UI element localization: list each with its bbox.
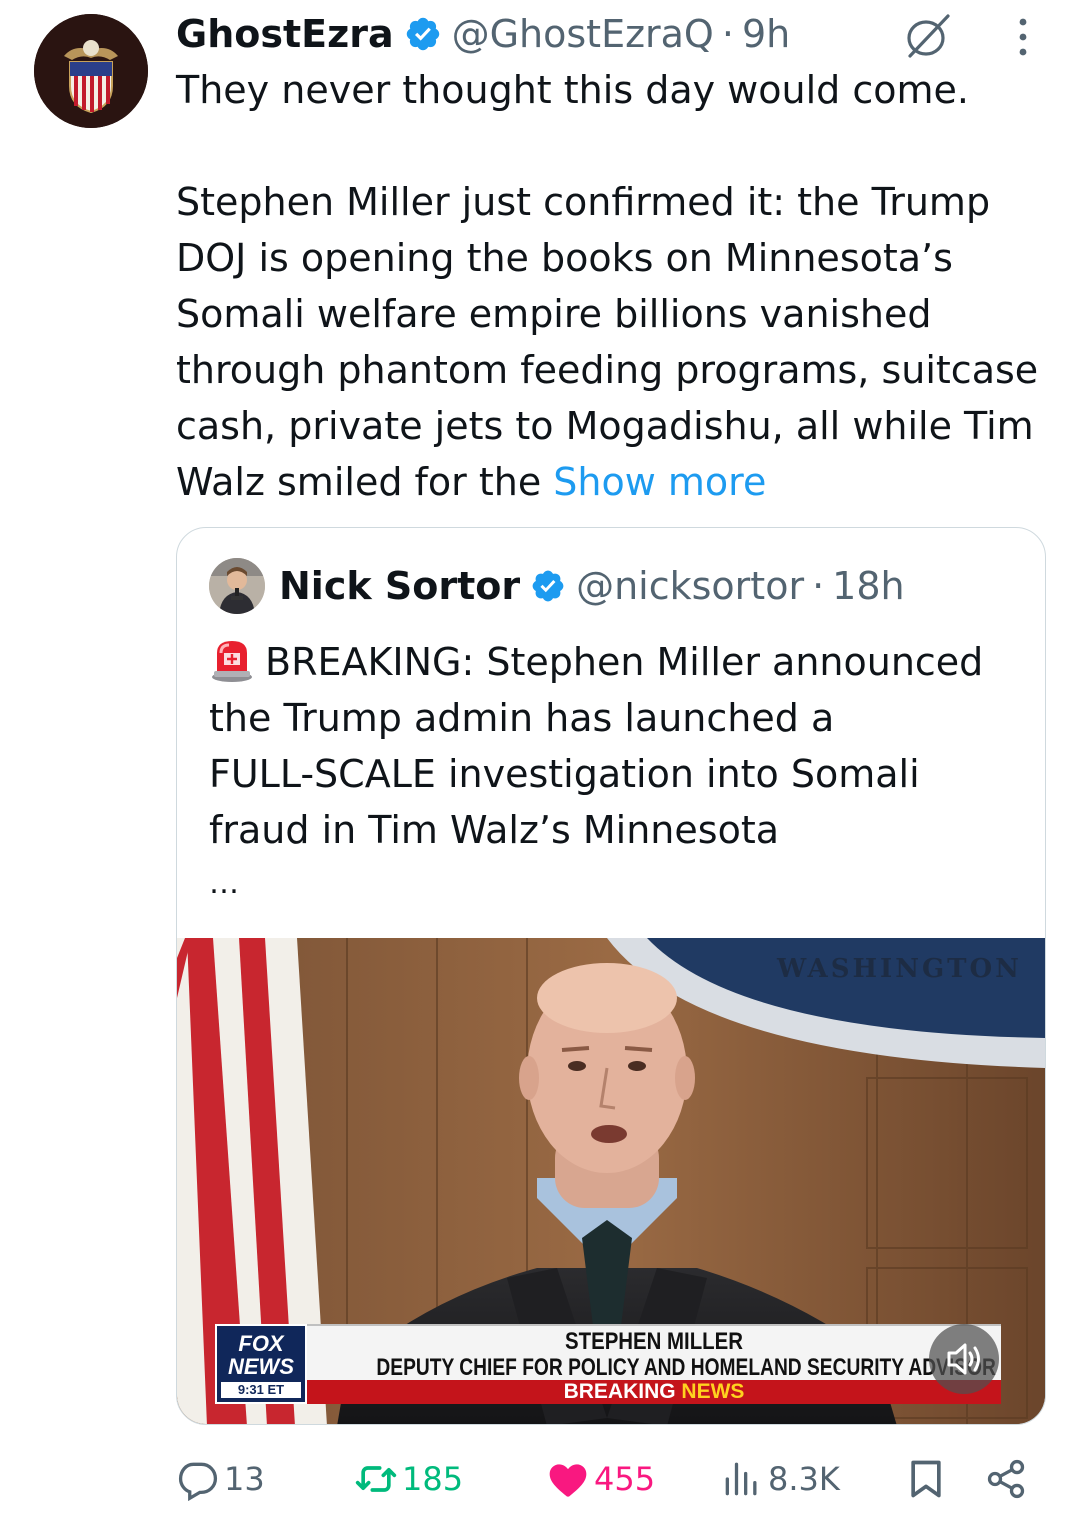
quoted-ellipsis: … [209,866,241,901]
tweet-header: GhostEzra @GhostEzraQ · 9h [176,8,790,60]
repost-count: 185 [402,1460,464,1498]
like-button[interactable]: 455 [546,1444,655,1514]
verified-badge-icon [406,17,439,51]
tweet-line: cash, private jets to Mogadishu, all whi… [176,404,1034,448]
share-button[interactable] [984,1444,1032,1514]
chyron-name: STEPHEN MILLER [565,1328,743,1355]
more-options-icon[interactable] [1008,14,1038,60]
quoted-tweet[interactable]: Nick Sortor @nicksortor · 18h BREAKING: … [176,527,1046,1425]
tweet-line-break [176,118,1056,174]
tweet-line: They never thought this day would come. [176,68,969,112]
author-name[interactable]: GhostEzra [176,12,394,56]
chyron-title: DEPUTY CHIEF FOR POLICY AND HOMELAND SEC… [376,1354,996,1381]
author-avatar[interactable] [34,14,148,128]
bookmark-icon [911,1460,941,1498]
backdrop-text: WASHINGTON [777,954,1022,984]
network-clock: 9:31 ET [221,1382,301,1398]
reply-count: 13 [224,1460,265,1498]
view-count: 8.3K [768,1460,840,1498]
tweet-line: Somali welfare empire billions vanished [176,292,932,336]
tweet-action-bar: 13 185 455 8.3K [0,1444,1080,1514]
quoted-author-name[interactable]: Nick Sortor [279,564,520,608]
quoted-author-avatar[interactable] [209,558,265,614]
tweet-last-line: Walz smiled for the [176,460,554,504]
separator-dot: · [812,564,825,608]
tweet-text: They never thought this day would come. … [176,62,1056,510]
chyron-body: STEPHEN MILLER DEPUTY CHIEF FOR POLICY A… [307,1324,1001,1404]
tweet-line: through phantom feeding programs, suitca… [176,348,1039,392]
like-count: 455 [594,1460,656,1498]
bookmark-button[interactable] [904,1444,952,1514]
quoted-author-handle[interactable]: @nicksortor [576,564,804,608]
views-button[interactable]: 8.3K [720,1444,840,1514]
tweet-line: Walz smiled for the Show more [176,454,1056,510]
like-icon [549,1464,587,1497]
mute-icon [947,1343,980,1375]
quoted-tweet-time: 18h [832,564,905,608]
breaking-word: BREAKING [563,1380,676,1403]
quoted-line-text: BREAKING: Stephen Miller announced [265,640,984,684]
show-more-link[interactable]: Show more [553,460,766,504]
quoted-video[interactable]: WASHINGTON FOX NEWS 9:31 ET STEPHEN MILL… [177,938,1045,1424]
news-word: NEWS [681,1380,745,1403]
grok-icon[interactable] [902,10,954,62]
views-icon [725,1462,757,1496]
network-logo-bottom: NEWS [228,1354,294,1379]
tweet-line: Stephen Miller just confirmed it: the Tr… [176,180,991,224]
quoted-tweet-text: BREAKING: Stephen Miller announced the T… [209,634,1029,858]
tweet-time[interactable]: 9h [742,12,790,56]
reply-icon [178,1462,218,1501]
quoted-line: fraud in Tim Walz’s Minnesota [209,808,779,852]
quoted-line: BREAKING: Stephen Miller announced [209,634,1029,690]
author-handle[interactable]: @GhostEzraQ [452,12,714,56]
reply-button[interactable]: 13 [176,1444,265,1514]
breaking-news-bar: BREAKING NEWS [307,1380,1001,1404]
quoted-tweet-header: Nick Sortor @nicksortor · 18h [209,558,905,614]
separator-dot: · [721,12,734,56]
tweet-line: DOJ is opening the books on Minnesota’s [176,236,953,280]
network-logo-top: FOX [238,1331,284,1356]
repost-button[interactable]: 185 [354,1444,463,1514]
repost-icon [355,1466,397,1492]
verified-badge-icon [532,570,564,602]
quoted-line: the Trump admin has launched a [209,696,835,740]
siren-emoji-icon [212,641,252,682]
mute-button[interactable] [929,1324,999,1394]
network-logo: FOX NEWS 9:31 ET [215,1324,307,1404]
quoted-line: FULL-SCALE investigation into Somali [209,752,920,796]
news-chyron: FOX NEWS 9:31 ET STEPHEN MILLER DEPUTY C… [215,1324,1001,1404]
share-icon [987,1459,1025,1499]
